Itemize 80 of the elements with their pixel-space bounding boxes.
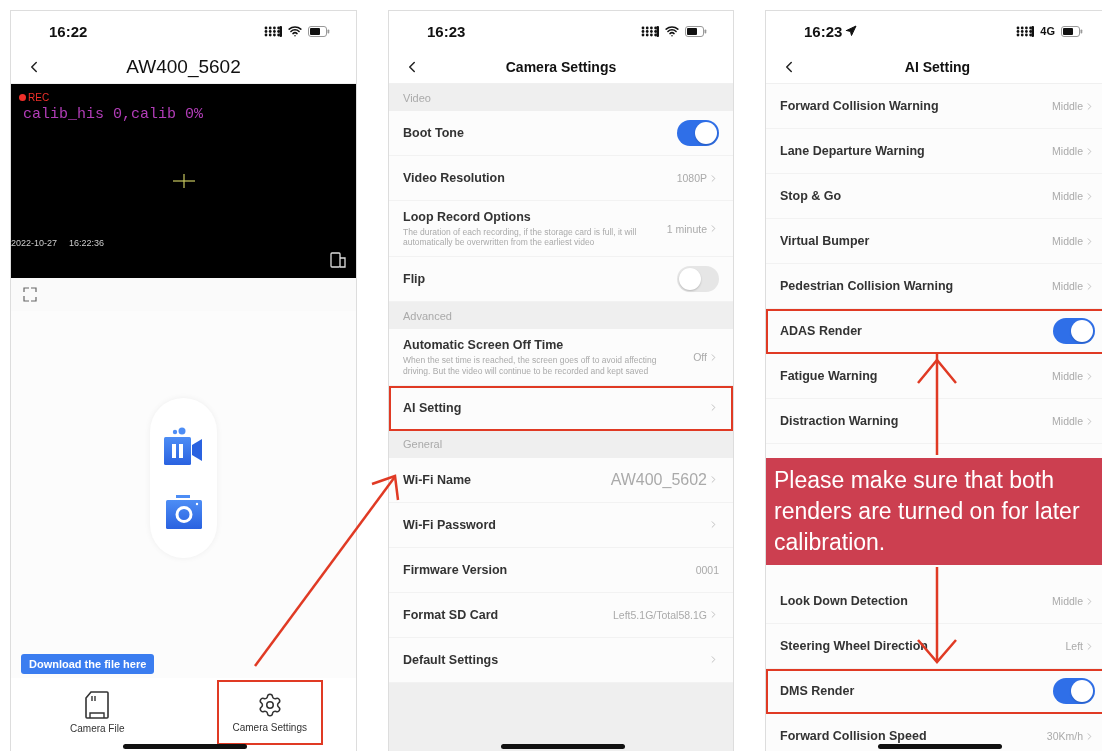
setting-value: 30Km/h [1046, 730, 1083, 742]
setting-label: Lane Departure Warning [780, 144, 926, 158]
setting-label: Automatic Screen Off Time [403, 338, 565, 353]
toggle-switch[interactable] [1053, 678, 1095, 704]
setting-value: Middle [1052, 235, 1083, 247]
setting-label: Forward Collision Speed [780, 729, 928, 743]
setting-label: Firmware Version [403, 562, 509, 577]
battery-icon [1061, 25, 1083, 37]
signal-icon [641, 25, 659, 37]
setting-label: Format SD Card [403, 607, 500, 622]
section-header: Video [389, 84, 733, 111]
setting-description: When the set time is reached, the screen goes off to avoid affecting driving. But the video will continue to be recorded and kept saved [403, 355, 658, 376]
tab-button[interactable]: Camera File [44, 680, 151, 745]
status-time: 16:23 [427, 22, 466, 40]
setting-label: Forward Collision Warning [780, 99, 940, 113]
setting-value: Middle [1052, 100, 1083, 112]
callout-note: Please make sure that both renders are turned on for later calibration. [766, 458, 1102, 565]
toggle-switch[interactable] [677, 266, 719, 293]
setting-value: 0001 [695, 563, 719, 576]
setting-value: Left5.1G/Total58.1G [613, 608, 707, 621]
battery-icon [308, 25, 330, 37]
setting-label: Distraction Warning [780, 414, 900, 428]
tab-button[interactable]: Camera Settings [216, 680, 323, 745]
crosshair-icon [173, 174, 195, 188]
signal-icon [1016, 25, 1035, 37]
setting-value: AW400_5602 [610, 470, 707, 489]
settings-row[interactable]: AI Setting [389, 385, 733, 431]
setting-label: Default Settings [403, 652, 500, 667]
status-time: 16:23 [804, 22, 843, 40]
setting-label: Wi-Fi Password [403, 517, 497, 532]
setting-label: AI Setting [403, 400, 463, 415]
setting-value: Middle [1052, 595, 1083, 607]
snapshot-button[interactable] [165, 495, 202, 529]
video-camera-pause-icon [163, 427, 204, 465]
setting-label: Boot Tone [403, 126, 465, 140]
setting-value: Left [1065, 640, 1083, 652]
wifi-icon [665, 24, 679, 38]
setting-value: Middle [1052, 190, 1083, 202]
wifi-icon [288, 24, 302, 38]
toggle-switch[interactable] [1053, 318, 1095, 344]
setting-value: Middle [1052, 415, 1083, 427]
settings-icon [256, 692, 283, 718]
tooltip: Download the file here [21, 654, 155, 674]
signal-icon [264, 25, 282, 37]
sd-card-icon [85, 691, 110, 719]
toggle-switch[interactable] [677, 120, 719, 146]
setting-label: Flip [403, 272, 427, 287]
setting-label: Loop Record Options [403, 210, 532, 224]
setting-label: Wi-Fi Name [403, 472, 472, 487]
setting-label: ADAS Render [780, 324, 863, 338]
setting-label: Look Down Detection [780, 594, 909, 608]
setting-value: Middle [1052, 280, 1083, 292]
setting-label: Pedestrian Collision Warning [780, 279, 955, 293]
screen-title: AW400_5602 [126, 56, 241, 78]
video-date: 2022-10-27 [11, 238, 58, 248]
battery-icon [685, 25, 707, 37]
video-time: 16:22:36 [69, 238, 105, 248]
setting-value: Off [693, 351, 707, 364]
setting-value: 1 minute [666, 222, 707, 235]
setting-description: The duration of each recording, if the storage card is full, it will automatically be overwritten from the earliest video [403, 227, 638, 248]
camera-icon [165, 495, 202, 529]
phone-rotate-icon[interactable] [330, 252, 346, 268]
setting-value: Middle [1052, 145, 1083, 157]
record-button[interactable] [163, 427, 204, 465]
screen-title: AI Setting [904, 59, 971, 75]
setting-value: Middle [1052, 370, 1083, 382]
network-label: 4G [1040, 25, 1055, 37]
setting-label: Video Resolution [403, 171, 506, 185]
setting-label: Fatigue Warning [780, 369, 879, 383]
recording-dot [19, 94, 26, 101]
setting-label: DMS Render [780, 684, 856, 698]
calibration-status: calib_his 0,calib 0% [23, 106, 204, 123]
setting-label: Stop & Go [780, 189, 843, 203]
screen-title: Camera Settings [505, 59, 617, 75]
section-header: Advanced [389, 302, 733, 330]
rec-label: REC [28, 92, 50, 103]
setting-value: 1080P [676, 172, 707, 184]
setting-label: Virtual Bumper [780, 234, 871, 248]
section-header: General [389, 430, 733, 458]
status-time: 16:22 [49, 22, 88, 40]
